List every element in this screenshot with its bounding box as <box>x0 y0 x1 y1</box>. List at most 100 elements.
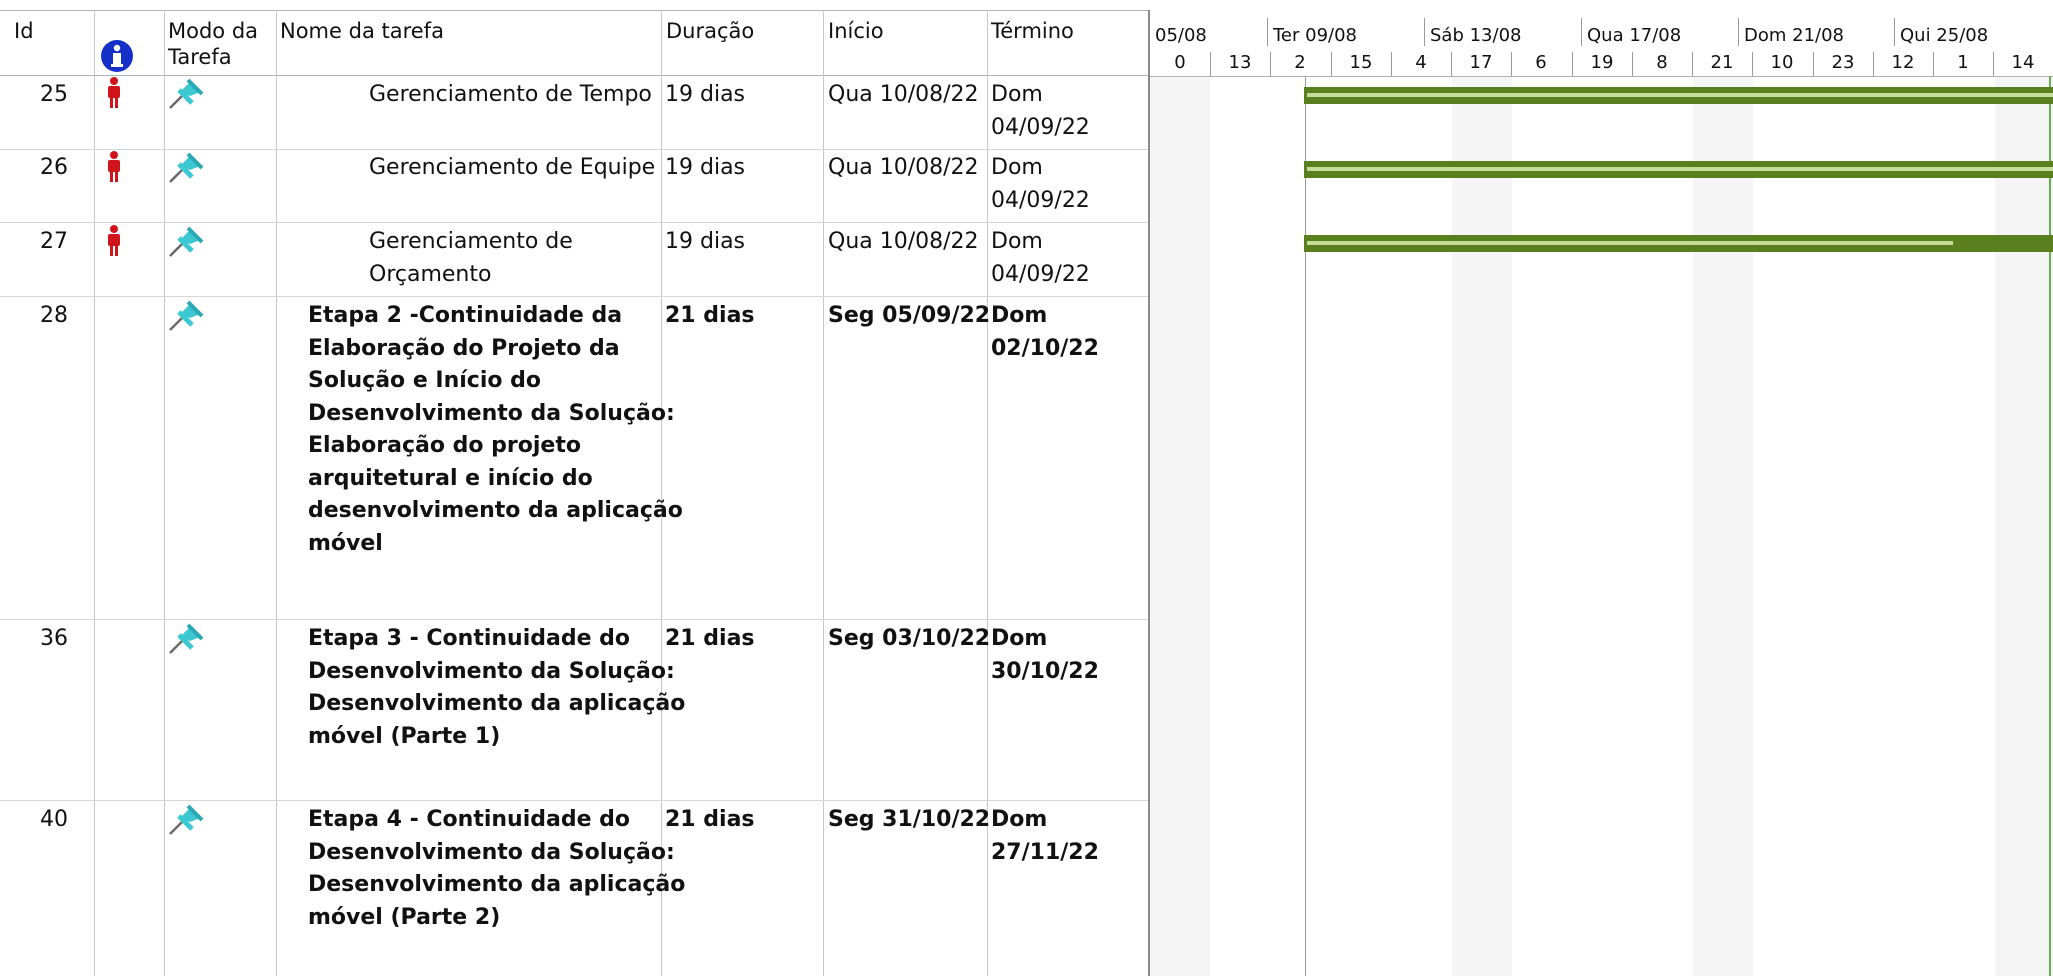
resource-person-icon <box>106 76 122 114</box>
info-icon[interactable] <box>100 39 134 77</box>
task-start[interactable]: Qua 10/08/22 <box>828 79 979 112</box>
timeline-minor-label: 1 <box>1957 52 1969 73</box>
timeline-major-tick <box>1738 18 1739 46</box>
timeline-minor-tick <box>1270 52 1271 76</box>
task-name-line: Desenvolvimento da aplicação <box>308 691 686 716</box>
task-finish-line2: 04/09/22 <box>991 187 1090 213</box>
timeline-major-tick <box>1267 18 1268 46</box>
task-finish[interactable]: Dom 04/09/22 <box>991 79 1090 144</box>
task-start[interactable]: Qua 10/08/22 <box>828 152 979 185</box>
resource-person-icon <box>106 224 122 262</box>
task-start[interactable]: Seg 05/09/22 <box>828 300 990 333</box>
manual-schedule-pin-icon <box>168 300 204 336</box>
task-start[interactable]: Seg 03/10/22 <box>828 623 990 656</box>
task-finish[interactable]: Dom 27/11/22 <box>991 804 1099 869</box>
timeline-minor-label: 14 <box>2011 52 2035 73</box>
task-name-line1: Gerenciamento de <box>369 229 573 254</box>
manual-schedule-pin-icon <box>168 623 204 659</box>
gantt-task-bar[interactable] <box>1304 87 2053 104</box>
task-finish-line2: 30/10/22 <box>991 658 1099 684</box>
timeline-minor-tick <box>1210 52 1211 76</box>
row-divider <box>0 222 1148 223</box>
manual-schedule-pin-icon <box>168 226 204 262</box>
task-name-line: Desenvolvimento da Solução: <box>308 400 675 426</box>
task-name-line: móvel (Parte 1) <box>308 723 501 749</box>
timeline-minor-label: 15 <box>1349 52 1373 73</box>
task-finish[interactable]: Dom 04/09/22 <box>991 152 1090 217</box>
task-name-line: móvel <box>308 530 383 556</box>
timeline-minor-tick <box>1933 52 1934 76</box>
nonworking-shade <box>1452 76 1512 976</box>
timeline-minor-tick <box>1572 52 1573 76</box>
row-divider <box>0 296 1148 297</box>
gantt-progress-bar <box>1307 167 2053 171</box>
timeline-minor-label: 23 <box>1831 52 1855 73</box>
task-name[interactable]: Gerenciamento de Tempo <box>369 79 652 112</box>
header-bottom-border <box>0 75 1150 76</box>
project-finish-line <box>2049 76 2051 976</box>
task-finish-line1: Dom <box>991 626 1048 651</box>
task-id: 40 <box>40 807 68 832</box>
task-finish-line1: Dom <box>991 155 1043 180</box>
timeline-minor-tick <box>1813 52 1814 76</box>
gantt-task-bar[interactable] <box>1304 235 2053 252</box>
col-divider <box>823 10 824 976</box>
manual-schedule-pin-icon <box>168 804 204 840</box>
task-duration[interactable]: 19 dias <box>665 226 745 259</box>
task-duration[interactable]: 19 dias <box>665 79 745 112</box>
task-start[interactable]: Qua 10/08/22 <box>828 226 979 259</box>
task-id: 27 <box>40 229 68 254</box>
task-name-line: Elaboração do projeto <box>308 433 581 458</box>
task-name-line: Desenvolvimento da aplicação <box>308 872 686 897</box>
task-finish[interactable]: Dom 04/09/22 <box>991 226 1090 291</box>
header-task-mode[interactable]: Modo da Tarefa <box>168 18 258 70</box>
header-finish[interactable]: Término <box>991 18 1074 44</box>
nonworking-shade <box>1693 76 1753 976</box>
timeline-minor-label: 21 <box>1710 52 1734 73</box>
summary-task-name[interactable]: Etapa 4 - Continuidade do Desenvolviment… <box>308 804 685 934</box>
timeline-major-label: Ter 09/08 <box>1273 25 1358 46</box>
header-start[interactable]: Início <box>828 18 884 44</box>
task-id: 28 <box>40 303 68 328</box>
task-name-line: Etapa 4 - Continuidade do <box>308 807 631 832</box>
timeline-minor-tick <box>1632 52 1633 76</box>
task-start[interactable]: Seg 31/10/22 <box>828 804 990 837</box>
task-duration[interactable]: 21 dias <box>665 300 755 333</box>
task-name[interactable]: Gerenciamento de Orçamento <box>369 226 573 291</box>
gantt-progress-bar <box>1307 93 2053 97</box>
task-name[interactable]: Gerenciamento de Equipe <box>369 152 655 185</box>
header-id[interactable]: Id <box>14 18 34 44</box>
task-name-line: Etapa 3 - Continuidade do <box>308 626 631 651</box>
header-duration[interactable]: Duração <box>666 18 754 44</box>
task-finish-line1: Dom <box>991 807 1048 832</box>
task-name-line: arquitetural e início do <box>308 465 593 491</box>
summary-task-name[interactable]: Etapa 3 - Continuidade do Desenvolviment… <box>308 623 685 753</box>
gantt-task-bar[interactable] <box>1304 161 2053 178</box>
header-task-mode-line1: Modo da <box>168 19 259 43</box>
task-duration[interactable]: 21 dias <box>665 623 755 656</box>
task-name-line: Desenvolvimento da Solução: <box>308 658 675 684</box>
timeline-minor-tick <box>1451 52 1452 76</box>
row-divider <box>0 800 1148 801</box>
header-task-name[interactable]: Nome da tarefa <box>280 18 444 44</box>
timeline-minor-tick <box>1391 52 1392 76</box>
summary-task-name[interactable]: Etapa 2 -Continuidade da Elaboração do P… <box>308 300 683 560</box>
task-duration[interactable]: 21 dias <box>665 804 755 837</box>
task-finish-line2: 04/09/22 <box>991 261 1090 287</box>
task-duration[interactable]: 19 dias <box>665 152 745 185</box>
task-finish[interactable]: Dom 02/10/22 <box>991 300 1099 365</box>
timeline-major-label: 05/08 <box>1155 25 1207 46</box>
col-divider <box>94 10 95 976</box>
task-finish-line1: Dom <box>991 303 1048 328</box>
timeline-minor-label: 4 <box>1415 52 1427 73</box>
gantt-view: Id Modo da Tarefa Nome da tarefa Duração… <box>0 0 2053 976</box>
table-timeline-divider <box>1148 10 1150 976</box>
timeline-minor-tick <box>1692 52 1693 76</box>
timeline-minor-label: 6 <box>1535 52 1547 73</box>
task-name-line: Etapa 2 -Continuidade da <box>308 303 623 328</box>
row-divider <box>0 149 1148 150</box>
timeline-minor-tick <box>1511 52 1512 76</box>
timeline-major-label: Sáb 13/08 <box>1430 25 1522 46</box>
task-name-line: Elaboração do Projeto da <box>308 335 620 361</box>
task-finish[interactable]: Dom 30/10/22 <box>991 623 1099 688</box>
